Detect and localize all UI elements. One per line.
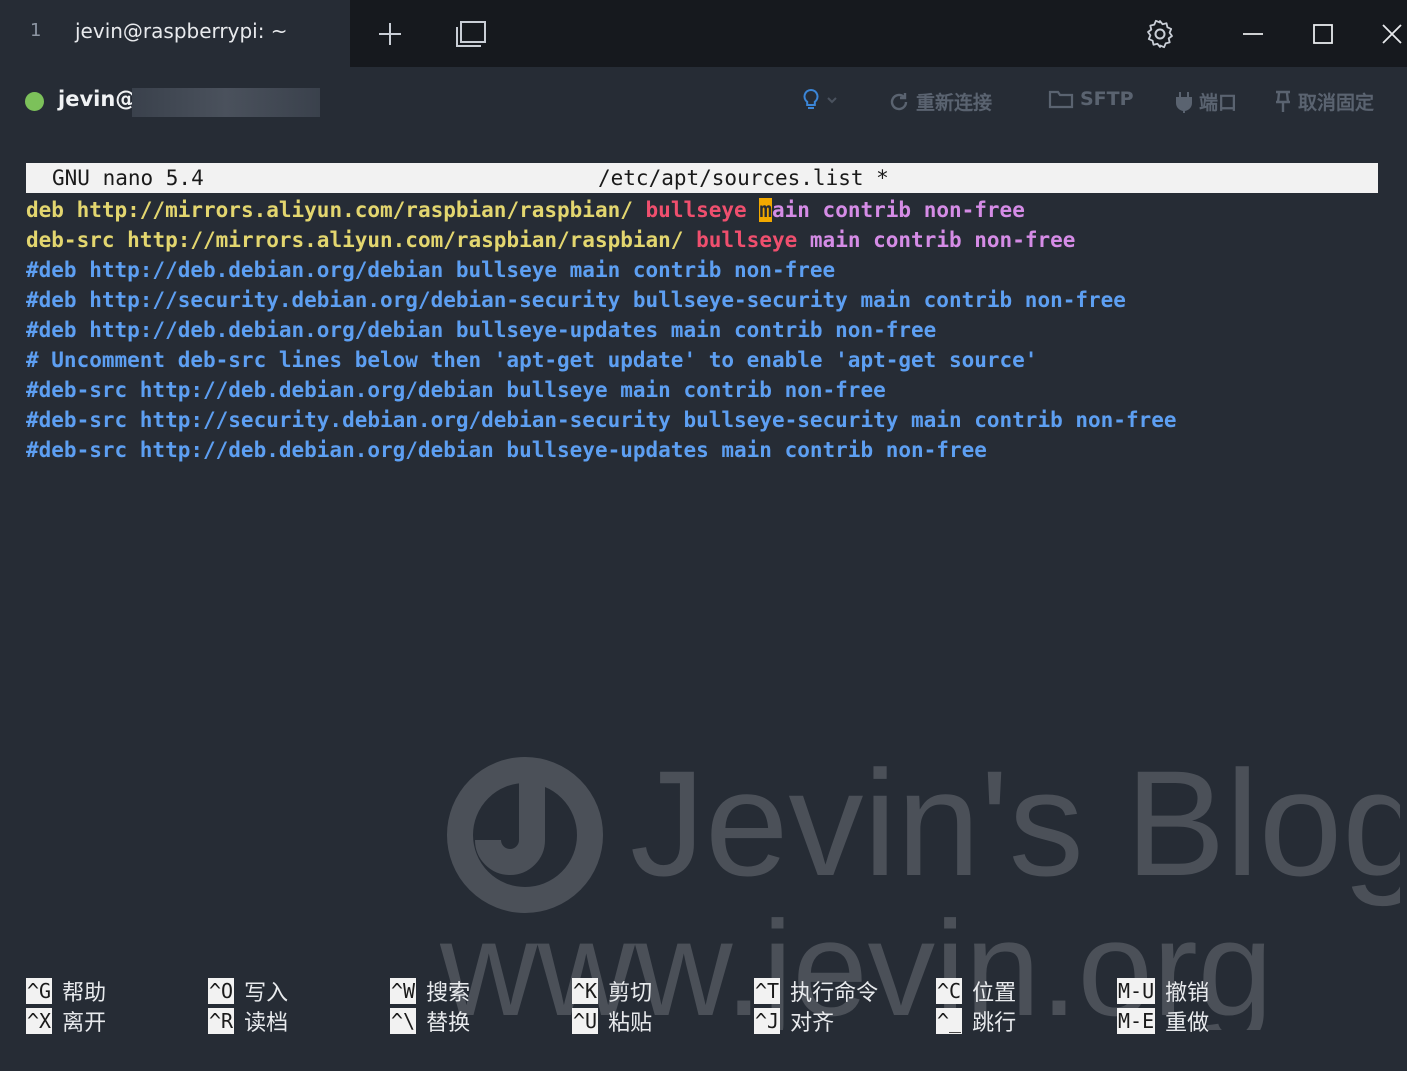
port-label: 端口: [1199, 92, 1238, 114]
editor-line-4[interactable]: #deb http://security.debian.org/debian-s…: [26, 285, 1126, 315]
shortcut-key: ^W: [390, 978, 417, 1004]
shortcut-label: 帮助: [62, 981, 107, 1006]
folder-icon: [1048, 90, 1074, 109]
maximize-icon: [1313, 24, 1333, 44]
editor-line-3[interactable]: #deb http://deb.debian.org/debian bullse…: [26, 255, 835, 285]
shortcut-key: ^T: [754, 978, 781, 1004]
shortcut-execute[interactable]: ^T 执行命令: [754, 975, 878, 1007]
lightbulb-icon: [803, 88, 819, 109]
editor-line-1[interactable]: deb http://mirrors.aliyun.com/raspbian/r…: [26, 195, 1025, 225]
plus-icon: [379, 23, 401, 45]
shortcut-key: ^C: [936, 978, 963, 1004]
tab-index: 1: [30, 20, 42, 41]
tab-title: jevin@raspberrypi: ~: [75, 19, 288, 43]
sftp-button[interactable]: SFTP: [1048, 88, 1134, 110]
suite-name: bullseye: [645, 198, 760, 222]
shortcut-undo[interactable]: M-U 撤销: [1117, 975, 1209, 1007]
reconnect-button[interactable]: 重新连接: [888, 88, 992, 115]
refresh-icon: [890, 92, 908, 110]
tips-button[interactable]: [802, 88, 838, 112]
shortcut-label: 粘贴: [608, 1011, 653, 1036]
shortcut-label: 重做: [1165, 1011, 1210, 1036]
reconnect-label: 重新连接: [916, 92, 993, 114]
close-icon: [1382, 24, 1402, 44]
shortcut-replace[interactable]: ^\ 替换: [390, 1005, 470, 1037]
sftp-label: SFTP: [1080, 88, 1134, 110]
components: main contrib non-free: [809, 228, 1076, 252]
repo-url: http://mirrors.aliyun.com/raspbian/raspb…: [127, 228, 697, 252]
shortcut-key: ^J: [754, 1008, 781, 1034]
host-label: jevin@: [58, 87, 137, 111]
shortcut-label: 执行命令: [790, 981, 879, 1006]
shortcut-label: 写入: [244, 981, 289, 1006]
shortcut-label: 撤销: [1165, 981, 1210, 1006]
tab-active[interactable]: 1 jevin@raspberrypi: ~: [0, 0, 350, 67]
text-cursor: m: [759, 198, 772, 222]
host-redaction: [132, 88, 320, 117]
close-button[interactable]: [1370, 12, 1407, 56]
nano-title-bar: GNU nano 5.4 /etc/apt/sources.list *: [26, 163, 1378, 193]
minimize-button[interactable]: [1231, 12, 1275, 56]
windows-icon: [456, 21, 486, 47]
shortcut-label: 剪切: [608, 981, 653, 1006]
shortcut-exit[interactable]: ^X 离开: [26, 1005, 106, 1037]
editor-line-5[interactable]: #deb http://deb.debian.org/debian bullse…: [26, 315, 936, 345]
shortcut-search[interactable]: ^W 搜索: [390, 975, 470, 1007]
chevron-down-icon: [827, 97, 837, 104]
tab-overview-button[interactable]: [449, 12, 493, 56]
shortcut-paste[interactable]: ^U 粘贴: [572, 1005, 652, 1037]
shortcut-key: ^_: [936, 1008, 963, 1034]
editor-line-7[interactable]: #deb-src http://deb.debian.org/debian bu…: [26, 375, 886, 405]
shortcut-key: ^K: [572, 978, 599, 1004]
unpin-button[interactable]: 取消固定: [1274, 88, 1374, 115]
pin-icon: [1276, 90, 1290, 112]
shortcut-label: 替换: [426, 1011, 471, 1036]
shortcut-go-to-line[interactable]: ^_ 跳行: [936, 1005, 1016, 1037]
shortcut-label: 位置: [972, 981, 1017, 1006]
editor-line-6[interactable]: # Uncomment deb-src lines below then 'ap…: [26, 345, 1037, 375]
shortcut-key: ^O: [208, 978, 235, 1004]
shortcut-cut[interactable]: ^K 剪切: [572, 975, 652, 1007]
editor-line-8[interactable]: #deb-src http://security.debian.org/debi…: [26, 405, 1177, 435]
shortcut-key: M-U: [1117, 978, 1156, 1004]
minimize-icon: [1243, 33, 1263, 35]
suite-name: bullseye: [696, 228, 810, 252]
shortcut-label: 搜索: [426, 981, 471, 1006]
shortcut-key: ^X: [26, 1008, 53, 1034]
shortcut-key: M-E: [1117, 1008, 1156, 1034]
maximize-button[interactable]: [1301, 12, 1345, 56]
shortcut-label: 读档: [244, 1011, 289, 1036]
settings-button[interactable]: [1138, 12, 1182, 56]
shortcut-justify[interactable]: ^J 对齐: [754, 1005, 834, 1037]
watermark-title: Jevin's Blog: [630, 740, 1400, 907]
shortcut-label: 对齐: [790, 1011, 835, 1036]
shortcut-location[interactable]: ^C 位置: [936, 975, 1016, 1007]
shortcut-help[interactable]: ^G 帮助: [26, 975, 106, 1007]
port-button[interactable]: 端口: [1175, 88, 1237, 115]
nano-version: GNU nano 5.4: [52, 166, 204, 190]
new-tab-button[interactable]: [368, 12, 412, 56]
shortcut-label: 离开: [62, 1011, 107, 1036]
shortcut-key: ^R: [208, 1008, 235, 1034]
shortcut-key: ^\: [390, 1008, 417, 1034]
shortcut-write-out[interactable]: ^O 写入: [208, 975, 288, 1007]
editor-line-9[interactable]: #deb-src http://deb.debian.org/debian bu…: [26, 435, 987, 465]
repo-url: http://mirrors.aliyun.com/raspbian/raspb…: [76, 198, 646, 222]
unpin-label: 取消固定: [1298, 92, 1375, 114]
title-bar: 1 jevin@raspberrypi: ~: [0, 0, 1407, 67]
plug-icon: [1176, 91, 1192, 113]
shortcut-key: ^G: [26, 978, 53, 1004]
gear-icon: [1147, 19, 1173, 49]
nano-filename: /etc/apt/sources.list *: [598, 166, 889, 190]
components: ain contrib non-free: [771, 198, 1025, 222]
connection-status-dot: [25, 92, 44, 111]
shortcut-key: ^U: [572, 1008, 599, 1034]
editor-line-2[interactable]: deb-src http://mirrors.aliyun.com/raspbi…: [26, 225, 1075, 255]
shortcut-redo[interactable]: M-E 重做: [1117, 1005, 1209, 1037]
shortcut-label: 跳行: [972, 1011, 1017, 1036]
shortcut-read-file[interactable]: ^R 读档: [208, 1005, 288, 1037]
deb-src-keyword: deb-src: [26, 228, 128, 252]
deb-keyword: deb: [26, 198, 77, 222]
